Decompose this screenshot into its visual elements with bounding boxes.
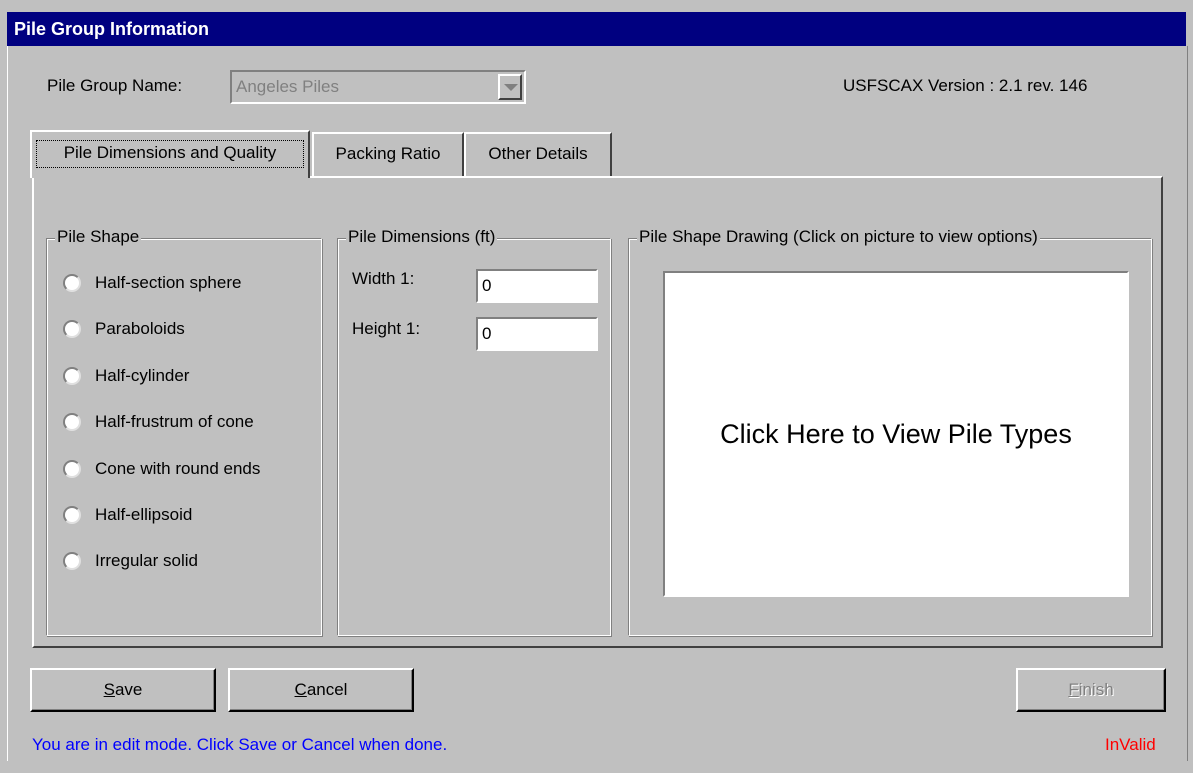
pile-group-name-dropdown[interactable]: Angeles Piles	[230, 70, 526, 104]
radio-button[interactable]	[63, 460, 81, 478]
radio-button[interactable]	[63, 552, 81, 570]
width-label: Width 1:	[352, 269, 415, 288]
group-title: Pile Dimensions (ft)	[346, 227, 498, 247]
radio-label: Irregular solid	[95, 551, 198, 570]
radio-button[interactable]	[63, 413, 81, 431]
height-label: Height 1:	[352, 319, 421, 338]
tab-pile-dimensions-quality[interactable]: Pile Dimensions and Quality	[30, 130, 310, 178]
pile-shape-drawing-group: Pile Shape Drawing (Click on picture to …	[628, 227, 1152, 636]
pile-group-name-label: Pile Group Name:	[47, 76, 183, 95]
tab-packing-ratio[interactable]: Packing Ratio	[312, 132, 464, 176]
chevron-down-icon	[504, 84, 518, 91]
dropdown-button[interactable]	[498, 74, 522, 100]
radio-label: Cone with round ends	[95, 459, 261, 478]
group-title: Pile Shape Drawing (Click on picture to …	[637, 227, 1040, 247]
save-label: Save	[103, 680, 143, 699]
save-button[interactable]: Save	[30, 668, 216, 712]
status-message: You are in edit mode. Click Save or Canc…	[32, 735, 448, 754]
window-title: Pile Group Information	[14, 19, 210, 39]
cancel-button[interactable]: Cancel	[228, 668, 414, 712]
pile-dimensions-group: Pile Dimensions (ft) Width 1: Height 1:	[337, 227, 611, 636]
pile-shape-group: Pile Shape Half-section sphere Paraboloi…	[46, 227, 322, 636]
window-title-bar: Pile Group Information	[7, 12, 1186, 46]
tab-label: Packing Ratio	[335, 144, 441, 163]
radio-label: Half-ellipsoid	[95, 505, 193, 524]
group-title: Pile Shape	[55, 227, 142, 247]
finish-button[interactable]: Finish	[1016, 668, 1166, 712]
finish-label: Finish	[1068, 680, 1114, 699]
version-text: USFSCAX Version : 2.1 rev. 146	[843, 76, 1088, 95]
validity-status: InValid	[1105, 735, 1156, 754]
tab-other-details[interactable]: Other Details	[464, 132, 612, 176]
radio-label: Paraboloids	[95, 319, 185, 338]
radio-label: Half-cylinder	[95, 366, 190, 385]
radio-button[interactable]	[63, 367, 81, 385]
drawing-prompt: Click Here to View Pile Types	[720, 418, 1072, 449]
pile-shape-drawing[interactable]: Click Here to View Pile Types	[663, 271, 1129, 597]
radio-label: Half-frustrum of cone	[95, 412, 254, 431]
tab-label: Pile Dimensions and Quality	[36, 140, 304, 168]
cancel-label: Cancel	[294, 680, 348, 699]
width-field[interactable]	[476, 269, 598, 303]
pile-group-name-value: Angeles Piles	[236, 77, 340, 96]
radio-label: Half-section sphere	[95, 273, 242, 292]
radio-button[interactable]	[63, 506, 81, 524]
height-field[interactable]	[476, 317, 598, 351]
radio-button[interactable]	[63, 274, 81, 292]
radio-button[interactable]	[63, 320, 81, 338]
tab-label: Other Details	[488, 144, 588, 163]
